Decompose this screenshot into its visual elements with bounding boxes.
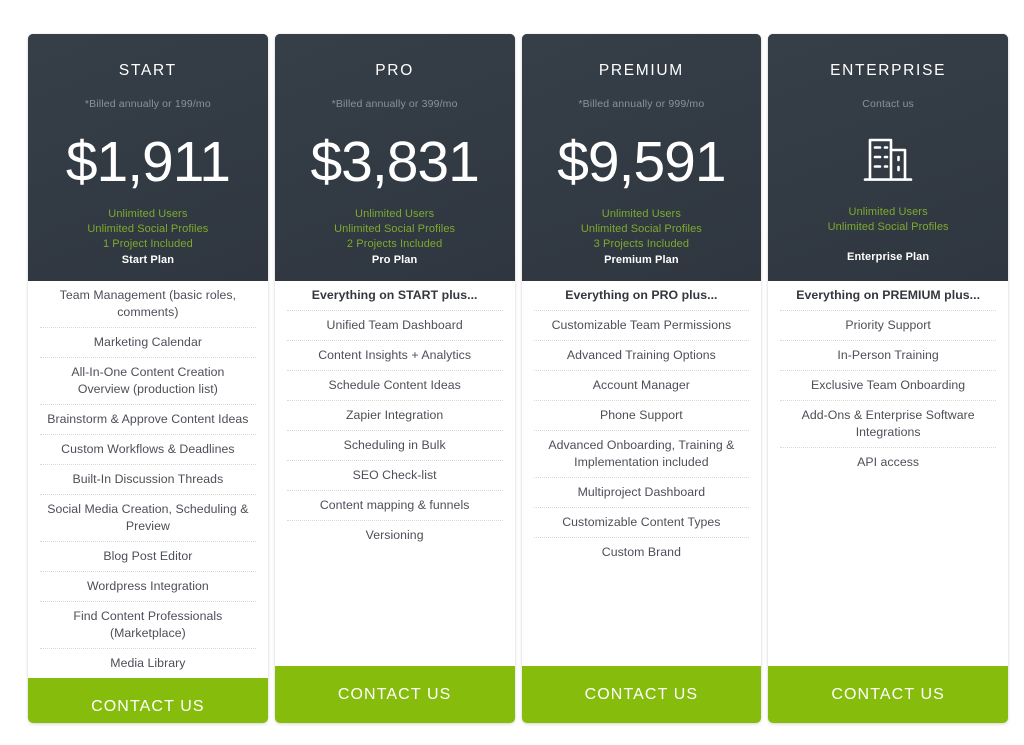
plan-price: $3,831 <box>310 130 479 194</box>
feature-row: In-Person Training <box>780 341 996 371</box>
plan-perks: Unlimited Users Unlimited Social Profiles… <box>536 207 748 268</box>
feature-row: Phone Support <box>533 401 750 431</box>
contact-us-button[interactable]: CONTACT US <box>274 666 515 723</box>
plan-perk: Unlimited Users <box>848 206 928 218</box>
plan-perk: Unlimited Users <box>108 208 188 220</box>
feature-row: Customizable Content Types <box>533 508 750 538</box>
feature-row: API access <box>857 455 920 469</box>
plan-perk: Unlimited Users <box>355 208 435 220</box>
plan-name: START <box>118 62 177 79</box>
feature-row: Built-In Discussion Threads <box>40 465 256 495</box>
feature-row: Custom Workflows & Deadlines <box>40 435 256 465</box>
feature-row: Advanced Onboarding, Training & Implemen… <box>533 431 750 478</box>
plan-card-header: PREMIUM *Billed annually or 999/mo $9,591 U… <box>521 34 762 281</box>
feature-row: Custom Brand <box>601 545 681 559</box>
contact-us-button[interactable]: CONTACT US <box>28 678 268 723</box>
feature-row: Customizable Team Permissions <box>533 311 750 341</box>
plan-feature-list: Team Management (basic roles, comments) M… <box>28 281 268 678</box>
plan-perk: 1 Project Included <box>102 238 193 251</box>
feature-row: Content mapping & funnels <box>286 491 503 521</box>
plan-feature-list: Everything on PREMIUM plus... Priority Su… <box>768 281 1008 666</box>
plan-perk: 3 Projects Included <box>593 238 690 251</box>
feature-row: Versioning <box>365 528 424 542</box>
plan-feature-list: Everything on START plus... Unified Team … <box>274 281 515 666</box>
plan-card-header: PRO *Billed annually or 399/mo $3,831 Unlim… <box>274 34 515 281</box>
plan-card-enterprise: ENTERPRISE Contact us Unlimited Users Unlim… <box>768 34 1008 723</box>
feature-row: All-In-One Content Creation Overview (pr… <box>40 358 256 405</box>
feature-row: Advanced Training Options <box>533 341 750 371</box>
billing-note: Contact us <box>862 98 914 110</box>
plan-tagline: Pro Plan <box>371 253 418 266</box>
plan-perk: Unlimited Social Profiles <box>334 223 456 236</box>
plan-perk: 2 Projects Included <box>346 238 443 251</box>
plan-name: PRO <box>375 62 414 79</box>
feature-row: Team Management (basic roles, comments) <box>40 281 256 328</box>
plan-perk: Unlimited Social Profiles <box>827 221 949 234</box>
pricing-plans-grid: START *Billed annually or 199/mo $1,911 Unl… <box>28 34 1008 723</box>
feature-row: Scheduling in Bulk <box>286 431 503 461</box>
plan-name: ENTERPRISE <box>830 62 947 79</box>
feature-row: Marketing Calendar <box>40 328 256 358</box>
plan-feature-list: Everything on PRO plus... Customizable Te… <box>521 281 762 666</box>
plan-card-header: ENTERPRISE Contact us Unlimited Users Unlim… <box>768 34 1008 281</box>
feature-row: Account Manager <box>533 371 750 401</box>
feature-row: Unified Team Dashboard <box>286 311 503 341</box>
feature-row: Zapier Integration <box>286 401 503 431</box>
contact-us-button[interactable]: CONTACT US <box>521 666 762 723</box>
feature-row: Social Media Creation, Scheduling & Prev… <box>40 495 256 542</box>
billing-note: *Billed annually or 199/mo <box>84 98 211 110</box>
feature-row: Priority Support <box>780 311 996 341</box>
feature-row: Schedule Content Ideas <box>286 371 503 401</box>
plan-price: $9,591 <box>557 130 726 194</box>
plan-card-start: START *Billed annually or 199/mo $1,911 Unl… <box>28 34 268 723</box>
plan-tagline: Premium Plan <box>604 253 679 266</box>
feature-row: Blog Post Editor <box>40 542 256 572</box>
feature-row: Content Insights + Analytics <box>286 341 503 371</box>
plan-perk: Unlimited Users <box>601 208 681 220</box>
feature-row: SEO Check-list <box>286 461 503 491</box>
plan-price: $1,911 <box>65 130 231 194</box>
billing-note: *Billed annually or 399/mo <box>331 98 458 110</box>
feature-row: Brainstorm & Approve Content Ideas <box>40 405 256 435</box>
plan-name: PREMIUM <box>598 62 684 79</box>
plan-tagline: Enterprise Plan <box>847 251 930 264</box>
feature-row: Exclusive Team Onboarding <box>780 371 996 401</box>
billing-note: *Billed annually or 999/mo <box>578 98 705 110</box>
plan-card-premium: PREMIUM *Billed annually or 999/mo $9,591 U… <box>521 34 762 723</box>
plan-perk: Unlimited Social Profiles <box>87 223 209 236</box>
feature-row: Wordpress Integration <box>40 572 256 602</box>
plan-perks: Unlimited Users Unlimited Social Profiles… <box>782 205 994 266</box>
feature-row: Media Library <box>110 656 186 670</box>
plan-perks: Unlimited Users Unlimited Social Profiles… <box>42 207 254 268</box>
plan-card-pro: PRO *Billed annually or 399/mo $3,831 Unlim… <box>274 34 515 723</box>
feature-list-headline: Everything on PRO plus... <box>533 281 750 311</box>
feature-list-headline: Everything on PREMIUM plus... <box>780 281 996 311</box>
plan-card-header: START *Billed annually or 199/mo $1,911 Unl… <box>28 34 268 281</box>
feature-row: Multiproject Dashboard <box>533 478 750 508</box>
feature-row: Find Content Professionals (Marketplace) <box>40 602 256 649</box>
office-building-icon <box>782 129 994 191</box>
feature-row: Add-Ons & Enterprise Software Integratio… <box>780 401 996 448</box>
contact-us-button[interactable]: CONTACT US <box>768 666 1008 723</box>
plan-tagline: Start Plan <box>121 253 175 266</box>
plan-perks: Unlimited Users Unlimited Social Profiles… <box>289 207 501 268</box>
feature-list-headline: Everything on START plus... <box>286 281 503 311</box>
plan-perk: Unlimited Social Profiles <box>580 223 702 236</box>
